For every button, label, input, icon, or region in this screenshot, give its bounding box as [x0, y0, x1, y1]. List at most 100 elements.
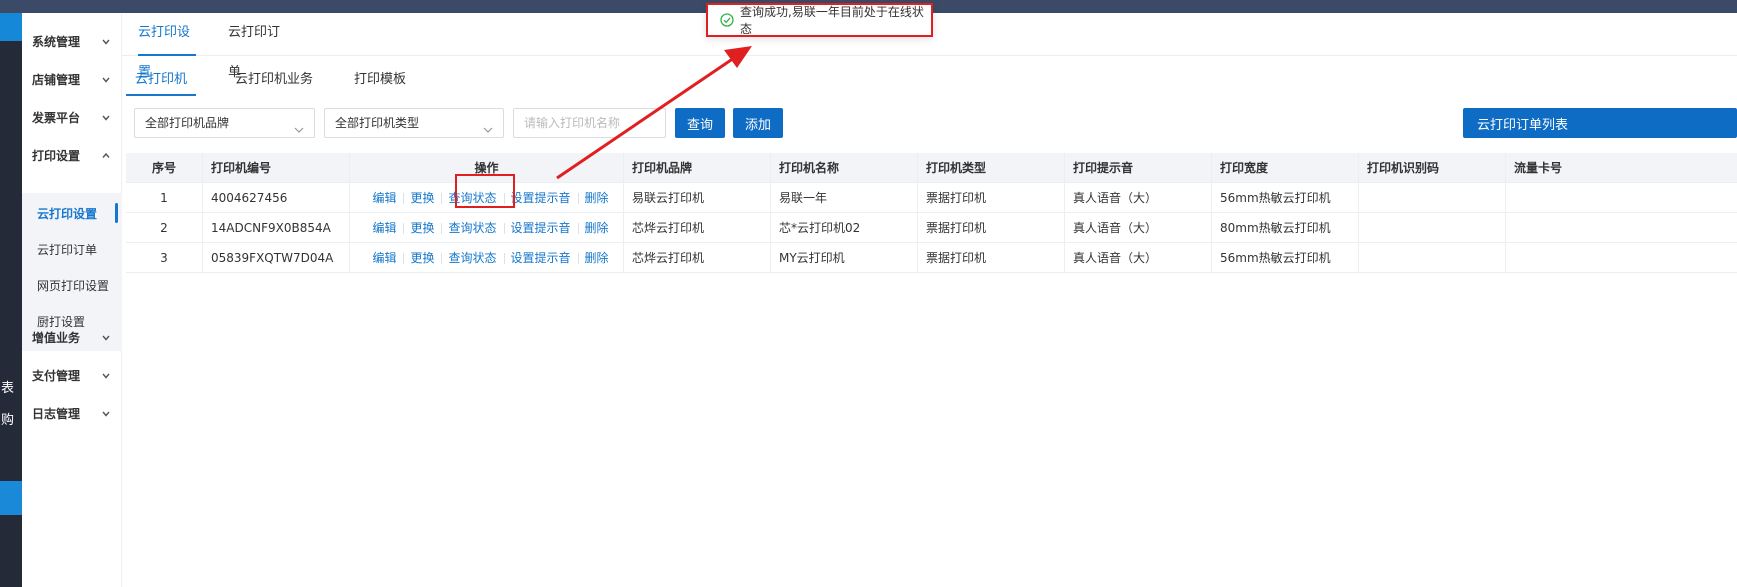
sidebar-item-label: 日志管理	[32, 406, 81, 421]
sidebar-item-label: 增值业务	[32, 330, 81, 345]
chevron-down-icon	[102, 35, 110, 45]
printer-name: 易联一年	[771, 183, 918, 212]
column-header: 流量卡号	[1514, 161, 1563, 175]
tab-cloud-print-orders[interactable]: 云打印订单	[228, 13, 288, 80]
printer-id-code	[1359, 243, 1506, 272]
edit-link[interactable]: 编辑	[365, 243, 403, 272]
type-select[interactable]: 全部打印机类型	[324, 108, 504, 138]
main-panel: 云打印设置 云打印订单 云打印机 云打印机业务 打印模板 全部打印机品牌 全部打…	[122, 13, 1737, 587]
query-status-highlight	[455, 174, 515, 208]
sim-card-number	[1506, 243, 1637, 272]
sidebar-item-label: 打印设置	[32, 148, 81, 163]
table-row: 1 4004627456 编辑 更换 查询状态 设置提示音 删除 易联云打印机 …	[126, 183, 1737, 213]
column-header: 打印机编号	[203, 153, 350, 182]
sidebar-item-value-added[interactable]: 增值业务	[22, 318, 122, 356]
toast-message: 查询成功,易联一年目前处于在线状态	[740, 5, 924, 36]
sidebar-item-cloud-print-settings[interactable]: 云打印设置	[22, 193, 122, 233]
printer-code: 05839FXQTW7D04A	[203, 243, 350, 272]
printer-type: 票据打印机	[918, 213, 1065, 242]
sim-card-number	[1506, 213, 1637, 242]
chevron-down-icon	[102, 369, 110, 379]
sidebar-item-cloud-print-orders[interactable]: 云打印订单	[22, 229, 122, 269]
sidebar-item-invoice[interactable]: 发票平台	[22, 98, 122, 136]
main-content: 云打印设置 云打印订单 云打印机 云打印机业务 打印模板 全部打印机品牌 全部打…	[122, 13, 1737, 587]
row-number: 3	[126, 243, 203, 272]
printer-id-code	[1359, 183, 1506, 212]
sidebar-item-system[interactable]: 系统管理	[22, 22, 122, 60]
row-actions: 编辑 更换 查询状态 设置提示音 删除	[350, 243, 624, 272]
printer-sound: 真人语音（大）	[1065, 243, 1212, 272]
edit-link[interactable]: 编辑	[365, 213, 403, 242]
printer-sound: 真人语音（大）	[1065, 213, 1212, 242]
printer-width: 80mm热敏云打印机	[1212, 213, 1359, 242]
tab-cloud-printers[interactable]: 云打印机	[126, 68, 196, 96]
printer-code: 14ADCNF9X0B854A	[203, 213, 350, 242]
printer-id-code	[1359, 213, 1506, 242]
primary-nav-label[interactable]: 表	[0, 377, 14, 396]
sidebar-item-store[interactable]: 店铺管理	[22, 60, 122, 98]
replace-link[interactable]: 更换	[403, 213, 441, 242]
table-row: 2 14ADCNF9X0B854A 编辑 更换 查询状态 设置提示音 删除 芯烨…	[126, 213, 1737, 243]
query-button[interactable]: 查询	[675, 108, 725, 138]
add-button[interactable]: 添加	[733, 108, 783, 138]
sidebar-item-web-print-settings[interactable]: 网页打印设置	[22, 265, 122, 305]
sidebar-item-logs[interactable]: 日志管理	[22, 394, 122, 432]
printer-type: 票据打印机	[918, 183, 1065, 212]
query-status-link[interactable]: 查询状态	[441, 243, 503, 272]
column-header: 打印宽度	[1212, 153, 1359, 182]
type-select-value: 全部打印机类型	[335, 116, 420, 130]
chevron-down-icon	[102, 331, 110, 341]
printer-name: MY云打印机	[771, 243, 918, 272]
table-header: 序号 打印机编号 操作 打印机品牌 打印机名称 打印机类型 打印提示音 打印宽度…	[126, 153, 1737, 183]
sim-card-number	[1506, 183, 1637, 212]
column-header: 打印机类型	[918, 153, 1065, 182]
delete-link[interactable]: 删除	[577, 213, 616, 242]
replace-link[interactable]: 更换	[403, 243, 441, 272]
primary-nav-active[interactable]	[0, 481, 22, 515]
sidebar-item-print-settings[interactable]: 打印设置	[22, 136, 122, 174]
delete-link[interactable]: 删除	[577, 243, 616, 272]
sidebar-item-payment[interactable]: 支付管理	[22, 356, 122, 394]
column-header: 打印机名称	[771, 153, 918, 182]
column-header: 打印机识别码	[1359, 153, 1506, 182]
chevron-down-icon	[102, 407, 110, 417]
chevron-down-icon	[102, 73, 110, 83]
replace-link[interactable]: 更换	[403, 183, 441, 212]
primary-nav-active-top	[0, 13, 22, 41]
sidebar-item-label: 系统管理	[32, 34, 81, 49]
printer-brand: 芯烨云打印机	[624, 213, 771, 242]
primary-nav: 表 购	[0, 13, 22, 587]
edit-link[interactable]: 编辑	[365, 183, 403, 212]
query-status-link[interactable]: 查询状态	[441, 213, 503, 242]
printer-type: 票据打印机	[918, 243, 1065, 272]
printer-brand: 芯烨云打印机	[624, 243, 771, 272]
tab-cloud-print-settings[interactable]: 云打印设置	[138, 13, 196, 80]
tab-print-templates[interactable]: 打印模板	[350, 68, 410, 96]
order-list-button[interactable]: 云打印订单列表	[1463, 108, 1737, 138]
row-number: 2	[126, 213, 203, 242]
table-row: 3 05839FXQTW7D04A 编辑 更换 查询状态 设置提示音 删除 芯烨…	[126, 243, 1737, 273]
check-circle-icon	[720, 13, 734, 27]
tab-cloud-printer-business[interactable]: 云打印机业务	[230, 68, 318, 96]
column-header: 打印提示音	[1065, 153, 1212, 182]
brand-select[interactable]: 全部打印机品牌	[134, 108, 315, 138]
row-actions: 编辑 更换 查询状态 设置提示音 删除	[350, 213, 624, 242]
brand-select-value: 全部打印机品牌	[145, 116, 230, 130]
chevron-up-icon	[102, 149, 110, 158]
sidebar-item-label: 店铺管理	[32, 72, 81, 87]
chevron-down-icon	[483, 117, 493, 133]
delete-link[interactable]: 删除	[577, 183, 616, 212]
printer-name-input[interactable]	[513, 108, 666, 138]
printer-name: 芯*云打印机02	[771, 213, 918, 242]
printer-code: 4004627456	[203, 183, 350, 212]
chevron-down-icon	[294, 117, 304, 133]
sub-tabs: 云打印机 云打印机业务 打印模板	[122, 68, 1737, 96]
row-number: 1	[126, 183, 203, 212]
printer-width: 56mm热敏云打印机	[1212, 243, 1359, 272]
set-sound-link[interactable]: 设置提示音	[503, 243, 578, 272]
sidebar-item-label: 支付管理	[32, 368, 81, 383]
set-sound-link[interactable]: 设置提示音	[503, 213, 578, 242]
column-header: 打印机品牌	[624, 153, 771, 182]
printer-width: 56mm热敏云打印机	[1212, 183, 1359, 212]
primary-nav-label[interactable]: 购	[0, 409, 14, 428]
